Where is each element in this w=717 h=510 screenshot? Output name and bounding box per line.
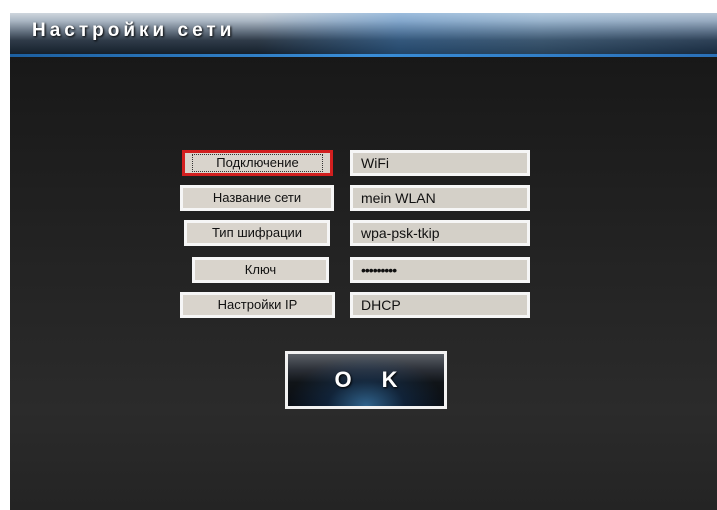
network-name-button[interactable]: Название сети [180,185,334,211]
network-name-label: Название сети [212,190,302,205]
ip-settings-field[interactable]: DHCP [350,292,530,318]
title-bar: Настройки сети [10,13,717,57]
encryption-type-button[interactable]: Тип шифрации [184,220,330,246]
encryption-type-label: Тип шифрации [211,225,303,240]
connection-button[interactable]: Подключение [182,150,333,176]
ip-settings-button[interactable]: Настройки IP [180,292,335,318]
connection-label: Подключение [191,153,324,173]
encryption-type-field[interactable]: wpa-psk-tkip [350,220,530,246]
key-label: Ключ [244,262,277,277]
window-title: Настройки сети [32,20,236,41]
ok-button-label: O K [334,367,410,392]
network-name-field[interactable]: mein WLAN [350,185,530,211]
ip-settings-label: Настройки IP [217,297,298,312]
network-settings-panel: Настройки сети Подключение WiFi Название… [10,13,717,510]
ok-button[interactable]: O K [285,351,447,409]
connection-value-field[interactable]: WiFi [350,150,530,176]
key-button[interactable]: Ключ [192,257,329,283]
key-password-field[interactable]: ••••••••• [350,257,530,283]
